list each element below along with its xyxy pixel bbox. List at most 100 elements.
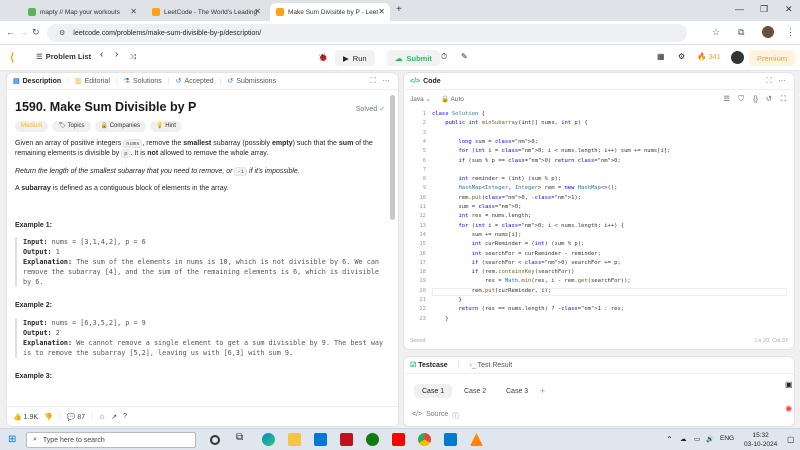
next-problem-icon[interactable]: ›: [115, 49, 118, 60]
notes-icon[interactable]: ✎: [461, 52, 468, 61]
notifications-icon[interactable]: ▢: [787, 435, 795, 444]
network-icon[interactable]: ☁: [680, 435, 687, 443]
tab-label: Submissions: [236, 77, 277, 85]
description-tabs: ▤ Description | ▥ Editorial | ⚗ Solution…: [7, 73, 398, 90]
format-icon[interactable]: ☰: [723, 94, 730, 103]
site-info-icon[interactable]: ⚙: [59, 29, 65, 37]
example-1-heading: Example 1:: [15, 221, 52, 229]
topics-chip[interactable]: 🏷 Topics: [52, 120, 91, 132]
problem-list-button[interactable]: ☰ Problem List: [36, 52, 91, 61]
tab-description[interactable]: ▤ Description: [13, 77, 61, 86]
debug-icon[interactable]: 🐞: [318, 53, 328, 62]
taskbar-search[interactable]: ⌕ Type here to search: [26, 432, 196, 448]
more-icon[interactable]: ⋯: [778, 76, 786, 85]
expand-icon[interactable]: ⛶: [766, 76, 772, 86]
source-toggle[interactable]: </> Source ⓘ: [412, 411, 459, 421]
tab-editorial[interactable]: ▥ Editorial: [75, 77, 110, 86]
run-button[interactable]: ▶ Run: [335, 50, 375, 66]
tab-accepted[interactable]: ↺ Accepted: [176, 77, 214, 86]
tab-submissions[interactable]: ↺ Submissions: [228, 77, 277, 86]
battery-icon[interactable]: ▭: [694, 435, 700, 443]
tab-test-result[interactable]: ›_ Test Result: [470, 362, 513, 369]
solved-label: Solved: [355, 106, 378, 113]
url-field[interactable]: ⚙ leetcode.com/problems/make-sum-divisib…: [47, 24, 687, 42]
extensions-icon[interactable]: ⧉: [738, 27, 744, 38]
browser-tab-mapty[interactable]: mapty // Map your workouts ✕: [22, 3, 142, 21]
description-scrollbar[interactable]: [390, 95, 395, 220]
code-line: }: [432, 315, 449, 322]
autocomplete-toggle[interactable]: 🔒 Auto: [441, 95, 464, 103]
new-tab-button[interactable]: +: [396, 4, 402, 15]
file-explorer-icon[interactable]: [288, 433, 301, 446]
youtube-icon[interactable]: [392, 433, 405, 446]
tab-testcase[interactable]: ☑ Testcase: [410, 361, 448, 369]
close-icon[interactable]: ✕: [130, 7, 137, 16]
store-icon[interactable]: [340, 433, 353, 446]
problem-list-label: Problem List: [45, 52, 92, 61]
feedback-icon[interactable]: ▣: [785, 380, 793, 389]
tab-solutions[interactable]: ⚗ Solutions: [124, 77, 162, 86]
companies-chip[interactable]: 🔒 Companies: [94, 120, 147, 132]
volume-icon[interactable]: 🔊: [706, 435, 714, 443]
xbox-icon[interactable]: [366, 433, 379, 446]
forward-icon[interactable]: →: [19, 27, 28, 37]
leetcode-favicon-icon: [152, 8, 160, 16]
hint-chip[interactable]: 💡 Hint: [150, 120, 182, 132]
profile-avatar[interactable]: [762, 26, 774, 38]
color-wheel-icon[interactable]: ✺: [785, 404, 793, 415]
maximize-icon[interactable]: ❐: [760, 4, 768, 15]
shuffle-icon[interactable]: ⤨: [130, 52, 136, 62]
windows-taskbar: ⊞ ⌕ Type here to search ⧉ ⌃ ☁ ▭ 🔊 ENG 15…: [0, 428, 800, 450]
mail-icon[interactable]: [314, 433, 327, 446]
close-icon[interactable]: ✕: [378, 7, 385, 16]
clock[interactable]: 15:32 03-10-2024: [744, 431, 777, 449]
leetcode-logo-icon[interactable]: ⟨: [10, 51, 14, 64]
dislike-icon[interactable]: 👎: [44, 413, 53, 421]
share-icon[interactable]: ↗: [111, 413, 117, 421]
browser-tab-leetcode[interactable]: LeetCode - The World's Leading ✕: [146, 3, 266, 21]
vscode-icon[interactable]: [444, 433, 457, 446]
windows-start-icon[interactable]: ⊞: [8, 434, 16, 445]
language-select[interactable]: Java ⌄: [410, 95, 431, 103]
tray-chevron-up-icon[interactable]: ⌃: [666, 435, 673, 444]
reset-icon[interactable]: ↺: [766, 94, 772, 103]
minimize-icon[interactable]: —: [735, 4, 744, 14]
streak-counter[interactable]: 🔥 341: [697, 52, 721, 61]
braces-icon[interactable]: {}: [753, 94, 758, 103]
language-indicator[interactable]: ENG: [720, 435, 734, 442]
reload-icon[interactable]: ↻: [32, 27, 40, 38]
premium-button[interactable]: Premium: [749, 50, 796, 66]
vlc-icon[interactable]: [470, 433, 483, 446]
case-2-tab[interactable]: Case 2: [456, 384, 494, 398]
close-icon[interactable]: ✕: [254, 7, 261, 16]
close-window-icon[interactable]: ✕: [785, 4, 793, 15]
case-1-tab[interactable]: Case 1: [414, 384, 453, 398]
difficulty-chip[interactable]: Medium: [15, 120, 49, 132]
cortana-icon[interactable]: [210, 435, 220, 445]
back-icon[interactable]: ←: [6, 27, 15, 37]
chrome-icon[interactable]: [418, 433, 431, 446]
play-icon: ▶: [343, 53, 349, 63]
layout-icon[interactable]: ▦: [657, 52, 665, 61]
edge-icon[interactable]: [262, 433, 275, 446]
task-view-icon[interactable]: ⧉: [236, 432, 249, 445]
favorite-star-icon[interactable]: ☆: [99, 413, 105, 421]
prev-problem-icon[interactable]: ‹: [100, 49, 103, 60]
code-editor[interactable]: 1 class Solution {2 public int minSubarra…: [404, 109, 794, 331]
comments-button[interactable]: 💬 87: [67, 413, 85, 421]
bookmark-star-icon[interactable]: ☆: [712, 27, 720, 38]
settings-gear-icon[interactable]: ⚙: [678, 52, 685, 61]
fullscreen-icon[interactable]: ⛶: [781, 94, 786, 104]
menu-icon[interactable]: ⋮: [786, 27, 795, 38]
user-avatar[interactable]: [731, 51, 744, 64]
help-icon[interactable]: ?: [123, 413, 127, 420]
expand-icon[interactable]: ⛶: [370, 76, 376, 86]
more-icon[interactable]: ⋯: [382, 76, 390, 85]
like-button[interactable]: 👍 1.9K: [13, 413, 38, 421]
bookmark-icon[interactable]: ⛉: [738, 94, 744, 104]
case-3-tab[interactable]: Case 3: [498, 384, 536, 398]
timer-icon[interactable]: ⏱: [441, 52, 447, 62]
browser-tab-active[interactable]: Make Sum Divisible by P - Leet ✕: [270, 3, 390, 21]
submit-button[interactable]: ☁ Submit: [387, 50, 440, 66]
add-case-button[interactable]: +: [532, 384, 553, 398]
